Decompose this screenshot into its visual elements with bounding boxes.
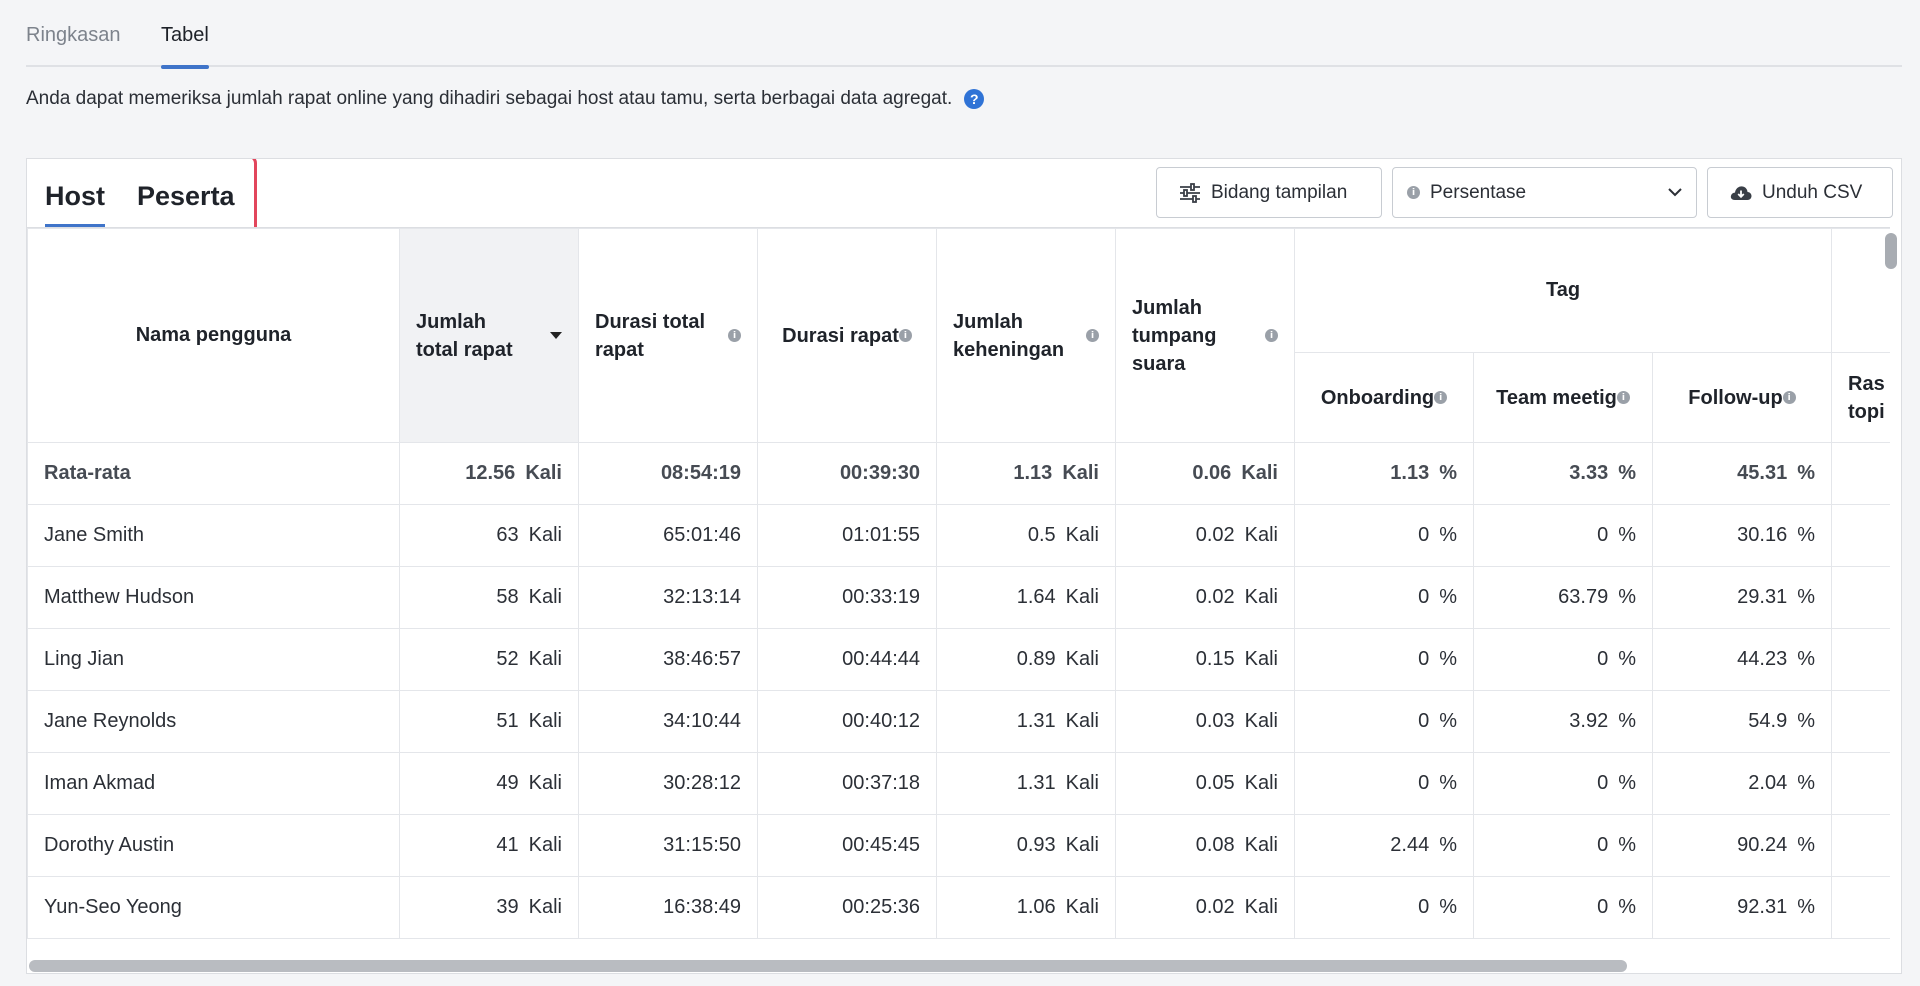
tab-tabel[interactable]: Tabel <box>161 22 209 69</box>
user-name: Matthew Hudson <box>27 566 400 629</box>
header-nama-pengguna[interactable]: Nama pengguna <box>27 228 400 443</box>
description-text: Anda dapat memeriksa jumlah rapat online… <box>26 88 953 109</box>
header-durasi-rapat[interactable]: Durasi rapat i <box>757 228 937 443</box>
table-row[interactable]: Ling Jian 52 Kali 38:46:57 00:44:44 0.89 Kali 0… <box>27 628 1890 691</box>
average-label: Rata-rata <box>27 442 400 505</box>
average-row: Rata-rata 12.56 Kali 08:54:19 00:39:30 1.… <box>27 442 1890 505</box>
sliders-icon <box>1180 182 1200 203</box>
header-jumlah-keheningan[interactable]: Jumlah keheningan i <box>936 228 1116 443</box>
info-icon[interactable]: i <box>1782 391 1796 404</box>
tab-ringkasan[interactable]: Ringkasan <box>26 22 121 67</box>
table-row[interactable]: Jane Smith 63 Kali 65:01:46 01:01:55 0.5 Kali 0… <box>27 504 1890 567</box>
tab-host[interactable]: Host <box>45 181 105 227</box>
data-table: Nama pengguna Jumlah total rapat Durasi … <box>27 228 1890 939</box>
info-icon[interactable]: i <box>728 329 741 342</box>
display-fields-label: Bidang tampilan <box>1211 181 1348 203</box>
help-icon[interactable]: ? <box>964 89 985 109</box>
tab-peserta[interactable]: Peserta <box>137 181 235 227</box>
table-row[interactable]: Dorothy Austin 41 Kali 31:15:50 00:45:45 0.93… <box>27 814 1890 877</box>
page-description: Anda dapat memeriksa jumlah rapat online… <box>26 88 985 110</box>
info-icon[interactable]: i <box>1265 329 1278 342</box>
user-name: Dorothy Austin <box>27 814 400 877</box>
header-team-meeting[interactable]: Team meetig i <box>1473 352 1653 443</box>
metric-select-value: Persentase <box>1430 181 1527 203</box>
info-icon: i <box>1407 186 1420 199</box>
horizontal-scrollbar[interactable] <box>27 958 1890 973</box>
header-onboarding[interactable]: Onboarding i <box>1294 352 1474 443</box>
header-cut-off[interactable]: Ras topi <box>1831 352 1890 443</box>
info-icon[interactable]: i <box>898 329 912 342</box>
header-cut-off-group <box>1831 228 1890 353</box>
vertical-scroll-thumb[interactable] <box>1885 233 1897 269</box>
info-icon[interactable]: i <box>1086 329 1099 342</box>
user-name: Iman Akmad <box>27 752 400 815</box>
table-card: Host Peserta Bidang tampilan i Persentas… <box>26 158 1902 974</box>
table-row[interactable]: Jane Reynolds 51 Kali 34:10:44 00:40:12 1.31 K… <box>27 690 1890 753</box>
card-toolbar: Host Peserta Bidang tampilan i Persentas… <box>27 159 1901 241</box>
user-name: Ling Jian <box>27 628 400 691</box>
page-tabs: Ringkasan Tabel <box>26 0 1902 69</box>
header-jumlah-total-rapat[interactable]: Jumlah total rapat <box>399 228 579 443</box>
table-row[interactable]: Iman Akmad 49 Kali 30:28:12 00:37:18 1.31 Kali… <box>27 752 1890 815</box>
header-follow-up[interactable]: Follow-up i <box>1651 352 1833 443</box>
header-durasi-total-rapat[interactable]: Durasi total rapat i <box>578 228 758 443</box>
display-fields-button[interactable]: Bidang tampilan <box>1156 167 1382 218</box>
table-row[interactable]: Yun-Seo Yeong 39 Kali 16:38:49 00:25:36 1.06 K… <box>27 876 1890 939</box>
info-icon[interactable]: i <box>1434 391 1448 404</box>
download-csv-button[interactable]: Unduh CSV <box>1707 167 1893 218</box>
cloud-download-icon <box>1730 185 1752 200</box>
user-name: Jane Smith <box>27 504 400 567</box>
user-name: Jane Reynolds <box>27 690 400 753</box>
chevron-down-icon <box>1668 188 1682 197</box>
header-jumlah-tumpang-suara[interactable]: Jumlah tumpang suara i <box>1115 228 1295 443</box>
user-name: Yun-Seo Yeong <box>27 876 400 939</box>
sort-desc-icon[interactable] <box>550 332 562 339</box>
metric-select[interactable]: i Persentase <box>1392 167 1697 218</box>
vertical-scrollbar[interactable] <box>1884 229 1898 949</box>
data-table-container[interactable]: Nama pengguna Jumlah total rapat Durasi … <box>27 227 1890 960</box>
download-csv-label: Unduh CSV <box>1762 181 1863 203</box>
horizontal-scroll-thumb[interactable] <box>29 960 1627 972</box>
info-icon[interactable]: i <box>1616 391 1630 404</box>
header-tag-group: Tag <box>1293 228 1833 353</box>
table-row[interactable]: Matthew Hudson 58 Kali 32:13:14 00:33:19 1.64… <box>27 566 1890 629</box>
